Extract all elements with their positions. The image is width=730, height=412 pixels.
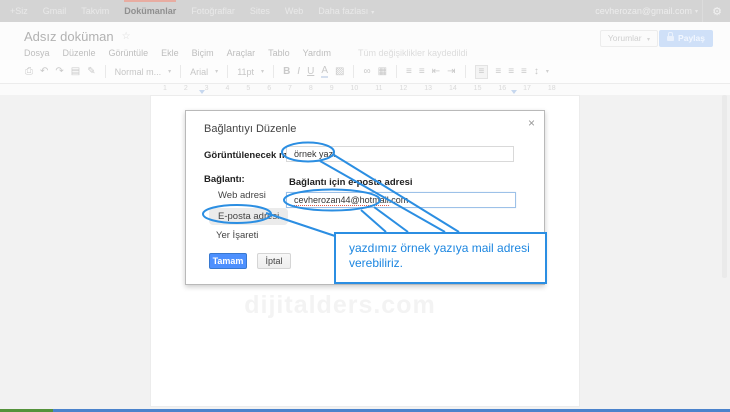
toolbar-separator xyxy=(465,65,466,78)
menu-bar: Dosya Düzenle Görüntüle Ekle Biçim Araçl… xyxy=(24,48,468,58)
ruler: 1 2 3 4 5 6 7 8 9 10 11 12 13 14 15 16 1… xyxy=(0,84,730,95)
save-status-text: Tüm değişiklikler kaydedildi xyxy=(358,48,468,58)
menu-dosya[interactable]: Dosya xyxy=(24,48,50,58)
gear-icon: ⚙ xyxy=(712,5,722,18)
topbar-item-web[interactable]: Web xyxy=(285,0,303,22)
font-size-select[interactable]: 11pt ▾ xyxy=(237,67,264,77)
toolbar-separator xyxy=(353,65,354,78)
email-field-label: Bağlantı için e-posta adresi xyxy=(289,177,413,188)
bold-button[interactable]: B xyxy=(283,67,290,77)
align-center-button[interactable]: ≡ xyxy=(495,67,501,77)
menu-araclar[interactable]: Araçlar xyxy=(227,48,256,58)
insert-link-icon[interactable]: ∞ xyxy=(363,67,370,77)
cancel-button[interactable]: İptal xyxy=(257,253,291,269)
bullet-list-icon[interactable]: ≡ xyxy=(419,67,425,77)
chevron-down-icon: ▾ xyxy=(215,68,218,75)
topbar-account[interactable]: cevherozan@gmail.com ▾ xyxy=(595,0,698,22)
toolbar-separator xyxy=(273,65,274,78)
lock-icon xyxy=(667,36,674,41)
font-family-select[interactable]: Arial ▾ xyxy=(190,67,218,77)
link-option-bookmark[interactable]: Yer İşareti xyxy=(216,230,258,241)
paragraph-style-select[interactable]: Normal m... ▾ xyxy=(115,67,172,77)
link-option-email-address[interactable]: E-posta adresi xyxy=(209,208,288,225)
paste-icon[interactable]: ▤ xyxy=(71,67,80,77)
font-label: Arial xyxy=(190,67,208,77)
underline-button[interactable]: U xyxy=(307,67,314,77)
indent-icon[interactable]: ⇥ xyxy=(447,67,455,77)
document-titlebar: Adsız doküman ☆ xyxy=(24,29,131,44)
toolbar-separator xyxy=(180,65,181,78)
justify-button[interactable]: ≡ xyxy=(521,67,527,77)
numbered-list-icon[interactable]: ≡ xyxy=(406,67,412,77)
email-value-domain: .com xyxy=(389,195,409,205)
annotation-callout-text: yazdımız örnek yazıya mail adresi verebi… xyxy=(349,241,530,270)
link-section-label: Bağlantı: xyxy=(204,174,245,185)
menu-goruntule[interactable]: Görüntüle xyxy=(109,48,149,58)
toolbar-separator xyxy=(105,65,106,78)
chevron-down-icon: ▾ xyxy=(546,68,549,75)
italic-button[interactable]: I xyxy=(297,67,300,77)
settings-gear-button[interactable]: ⚙ xyxy=(702,0,722,22)
link-option-web-address[interactable]: Web adresi xyxy=(218,190,266,201)
menu-bicim[interactable]: Biçim xyxy=(192,48,214,58)
display-text-input[interactable]: örnek yazı xyxy=(286,146,514,162)
display-text-value: örnek yazı xyxy=(294,149,336,159)
menu-yardim[interactable]: Yardım xyxy=(303,48,331,58)
watermark-text: dijitalders.com xyxy=(200,291,480,320)
menu-ekle[interactable]: Ekle xyxy=(161,48,179,58)
insert-image-icon[interactable]: ▦ xyxy=(378,67,387,77)
google-docs-screen: +Siz Gmail Takvim Dokümanlar Fotoğraflar… xyxy=(0,0,730,412)
dialog-title: Bağlantıyı Düzenle xyxy=(204,123,296,135)
share-button[interactable]: Paylaş xyxy=(659,30,713,47)
chevron-down-icon: ▾ xyxy=(168,68,171,75)
chevron-down-icon: ▾ xyxy=(371,10,374,16)
topbar-item-takvim[interactable]: Takvim xyxy=(81,0,109,22)
comments-button[interactable]: Yorumlar ▾ xyxy=(600,30,658,47)
undo-icon[interactable]: ↶ xyxy=(40,67,48,77)
menu-duzenle[interactable]: Düzenle xyxy=(63,48,96,58)
align-right-button[interactable]: ≡ xyxy=(508,67,514,77)
chevron-down-icon: ▾ xyxy=(261,68,264,75)
topbar-more-label: Daha fazlası xyxy=(318,6,368,16)
style-label: Normal m... xyxy=(115,67,162,77)
redo-icon[interactable]: ↷ xyxy=(55,67,63,77)
toolbar-separator xyxy=(396,65,397,78)
topbar-item-plus-siz[interactable]: +Siz xyxy=(10,0,28,22)
email-value-user: cevherozan44@hotmail xyxy=(294,195,389,206)
outdent-icon[interactable]: ⇤ xyxy=(432,67,440,77)
comments-label: Yorumlar xyxy=(608,33,642,43)
close-icon[interactable]: × xyxy=(528,116,535,130)
text-color-button[interactable]: A xyxy=(321,66,328,78)
account-email: cevherozan@gmail.com xyxy=(595,6,692,16)
share-label: Paylaş xyxy=(678,30,705,47)
align-left-button[interactable]: ≡ xyxy=(475,65,489,79)
highlight-color-button[interactable]: ▨ xyxy=(335,67,344,77)
chevron-down-icon: ▾ xyxy=(647,37,650,43)
document-title[interactable]: Adsız doküman xyxy=(24,29,114,44)
indent-marker-left[interactable] xyxy=(199,90,205,94)
topbar-item-fotograflar[interactable]: Fotoğraflar xyxy=(191,0,235,22)
topbar-item-more[interactable]: Daha fazlası▾ xyxy=(318,0,374,22)
vertical-scrollbar[interactable] xyxy=(722,95,727,278)
topbar-item-sites[interactable]: Sites xyxy=(250,0,270,22)
topbar-item-gmail[interactable]: Gmail xyxy=(43,0,67,22)
line-spacing-button[interactable]: ↕▾ xyxy=(534,67,549,77)
ok-button[interactable]: Tamam xyxy=(209,253,247,269)
annotation-callout: yazdımız örnek yazıya mail adresi verebi… xyxy=(334,232,547,284)
star-icon[interactable]: ☆ xyxy=(122,31,131,42)
paint-format-icon[interactable]: ✎ xyxy=(87,67,95,77)
menu-tablo[interactable]: Tablo xyxy=(268,48,290,58)
format-toolbar: ⎙ ↶ ↷ ▤ ✎ Normal m...▾ Arial▾ 11pt▾ B I … xyxy=(0,60,730,84)
size-label: 11pt xyxy=(237,67,254,77)
toolbar-separator xyxy=(227,65,228,78)
indent-marker-right[interactable] xyxy=(511,90,517,94)
print-icon[interactable]: ⎙ xyxy=(25,67,33,77)
google-topbar: +Siz Gmail Takvim Dokümanlar Fotoğraflar… xyxy=(0,0,730,22)
topbar-nav: +Siz Gmail Takvim Dokümanlar Fotoğraflar… xyxy=(10,0,389,22)
chevron-down-icon: ▾ xyxy=(695,8,698,15)
line-spacing-icon: ↕ xyxy=(534,67,539,77)
topbar-item-dokumanlar-active[interactable]: Dokümanlar xyxy=(124,0,176,22)
email-address-input[interactable]: cevherozan44@hotmail.com xyxy=(286,192,516,208)
